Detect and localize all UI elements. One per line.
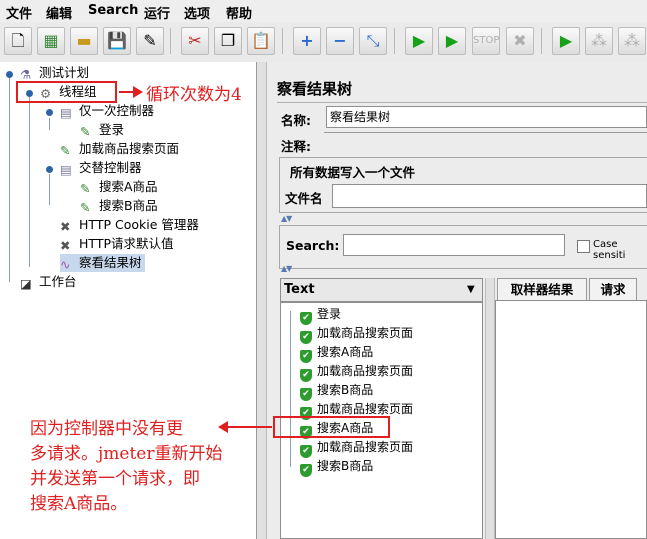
tree-node-login[interactable]: ✎ 登录 — [80, 121, 124, 139]
renderer-select[interactable]: Text — [280, 278, 483, 302]
pipette-icon: ✎ — [60, 143, 71, 158]
result-detail-area — [495, 300, 647, 539]
loop-count-note: 循环次数为4 — [146, 85, 242, 105]
renderer-value: Text — [284, 282, 315, 297]
copy-icon[interactable]: ❐ — [214, 27, 242, 55]
explanation-line-3: 并发送第一个请求，即 — [30, 469, 200, 489]
tree-node-load-search-page[interactable]: ✎ 加载商品搜索页面 — [60, 140, 179, 158]
chevron-down-icon[interactable]: ▼ — [467, 284, 475, 295]
case-sensitive-label: Case sensiti — [593, 239, 626, 261]
tree-node-cookie-manager[interactable]: ✖ HTTP Cookie 管理器 — [60, 216, 199, 234]
case-sensitive-checkbox[interactable] — [577, 240, 590, 253]
expand-handle[interactable] — [6, 71, 13, 78]
result-item[interactable]: ✔ 加载商品搜索页面 — [300, 438, 413, 458]
tree-node-search-a[interactable]: ✎ 搜索A商品 — [80, 178, 158, 196]
search-label: Search: — [286, 238, 340, 253]
toggle-icon[interactable]: ⤡ — [359, 27, 387, 55]
explanation-line-1: 因为控制器中没有更 — [30, 419, 183, 439]
stop-icon[interactable]: STOP — [472, 27, 500, 55]
explanation-line-2: 多请求。jmeter重新开始 — [30, 444, 223, 464]
menu-edit[interactable]: 编辑 — [46, 3, 72, 22]
tools-icon: ✖ — [60, 219, 71, 234]
chart-icon: ∿ — [60, 257, 71, 272]
filename-input[interactable] — [332, 184, 647, 208]
controller-icon: ▤ — [60, 162, 72, 177]
write-all-label: 所有数据写入一个文件 — [287, 162, 419, 181]
name-field[interactable]: 察看结果树 — [326, 106, 647, 128]
menu-help[interactable]: 帮助 — [226, 3, 252, 22]
menu-run[interactable]: 运行 — [144, 3, 170, 22]
start-no-pause-icon[interactable]: ▶ — [438, 27, 466, 55]
tree-node-view-results-tree[interactable]: ∿ 察看结果树 — [60, 254, 145, 272]
expand-handle[interactable] — [46, 166, 53, 173]
tab-sampler-result[interactable]: 取样器结果 — [497, 278, 587, 300]
remote-exit-icon[interactable]: ⁂ — [618, 27, 646, 55]
workbench-icon: ◪ — [20, 276, 32, 291]
expand-handle[interactable] — [46, 109, 53, 116]
success-shield-icon: ✔ — [300, 464, 312, 477]
remote-stop-icon[interactable]: ⁂ — [585, 27, 613, 55]
filename-label: 文件名 — [285, 191, 323, 206]
arrow-head-icon — [133, 86, 143, 98]
splitter[interactable] — [257, 62, 267, 539]
highlight-thread-group — [16, 81, 117, 103]
cut-icon[interactable]: ✂ — [181, 27, 209, 55]
open-icon[interactable]: ▬ — [70, 27, 98, 55]
remote-start-icon[interactable]: ▶ — [552, 27, 580, 55]
annotation-arrow — [228, 426, 272, 428]
divider-arrows-icon[interactable]: ▲▼ — [281, 264, 292, 273]
pipette-icon: ✎ — [80, 181, 91, 196]
tree-node-interleave-controller[interactable]: ▤ 交替控制器 — [60, 159, 142, 177]
result-item[interactable]: ✔ 搜索B商品 — [300, 381, 373, 401]
save-as-icon[interactable]: ✎ — [136, 27, 164, 55]
result-item[interactable]: ✔ 加载商品搜索页面 — [300, 362, 413, 382]
highlight-search-a — [273, 416, 390, 438]
tree-node-once-controller[interactable]: ▤ 仅一次控制器 — [60, 102, 154, 120]
toolbar: 🗋 ▦ ▬ 💾 ✎ ✂ ❐ 📋 + − ⤡ ▶ ▶ STOP ✖ ▶ ⁂ ⁂ — [0, 22, 647, 63]
results-splitter[interactable] — [485, 278, 495, 539]
flask-icon: ⚗ — [20, 67, 32, 82]
tools-icon: ✖ — [60, 238, 71, 253]
tree-node-search-b[interactable]: ✎ 搜索B商品 — [80, 197, 158, 215]
menu-bar: 文件 编辑 Search 运行 选项 帮助 — [0, 0, 647, 22]
controller-icon: ▤ — [60, 105, 72, 120]
expand-icon[interactable]: + — [293, 27, 321, 55]
result-item[interactable]: ✔ 登录 — [300, 305, 341, 325]
templates-icon[interactable]: ▦ — [37, 27, 65, 55]
result-item[interactable]: ✔ 搜索A商品 — [300, 343, 373, 363]
paste-icon[interactable]: 📋 — [247, 27, 275, 55]
arrow-head-icon — [218, 421, 228, 433]
name-label: 名称: — [281, 113, 311, 128]
tab-request[interactable]: 请求 — [589, 278, 637, 300]
result-item[interactable]: ✔ 加载商品搜索页面 — [300, 324, 413, 344]
tree-node-workbench[interactable]: ◪ 工作台 — [20, 273, 77, 291]
divider-arrows-icon[interactable]: ▲▼ — [281, 214, 292, 223]
pipette-icon: ✎ — [80, 124, 91, 139]
result-item[interactable]: ✔ 搜索B商品 — [300, 457, 373, 477]
view-results-panel: 察看结果树 名称: 察看结果树 注释: 所有数据写入一个文件 文件名 ▲▼ Se… — [267, 62, 647, 539]
menu-options[interactable]: 选项 — [184, 3, 210, 22]
panel-title: 察看结果树 — [277, 80, 353, 98]
comment-label: 注释: — [281, 139, 311, 154]
search-input[interactable] — [343, 234, 565, 256]
save-icon[interactable]: 💾 — [103, 27, 131, 55]
menu-search[interactable]: Search — [88, 3, 138, 18]
new-icon[interactable]: 🗋 — [4, 27, 32, 55]
start-icon[interactable]: ▶ — [405, 27, 433, 55]
menu-file[interactable]: 文件 — [6, 3, 32, 22]
tree-node-http-defaults[interactable]: ✖ HTTP请求默认值 — [60, 235, 174, 253]
pipette-icon: ✎ — [80, 200, 91, 215]
tree-node-test-plan[interactable]: ⚗ 测试计划 — [20, 64, 89, 82]
shutdown-icon[interactable]: ✖ — [506, 27, 534, 55]
explanation-line-4: 搜索A商品。 — [30, 494, 128, 514]
collapse-icon[interactable]: − — [326, 27, 354, 55]
